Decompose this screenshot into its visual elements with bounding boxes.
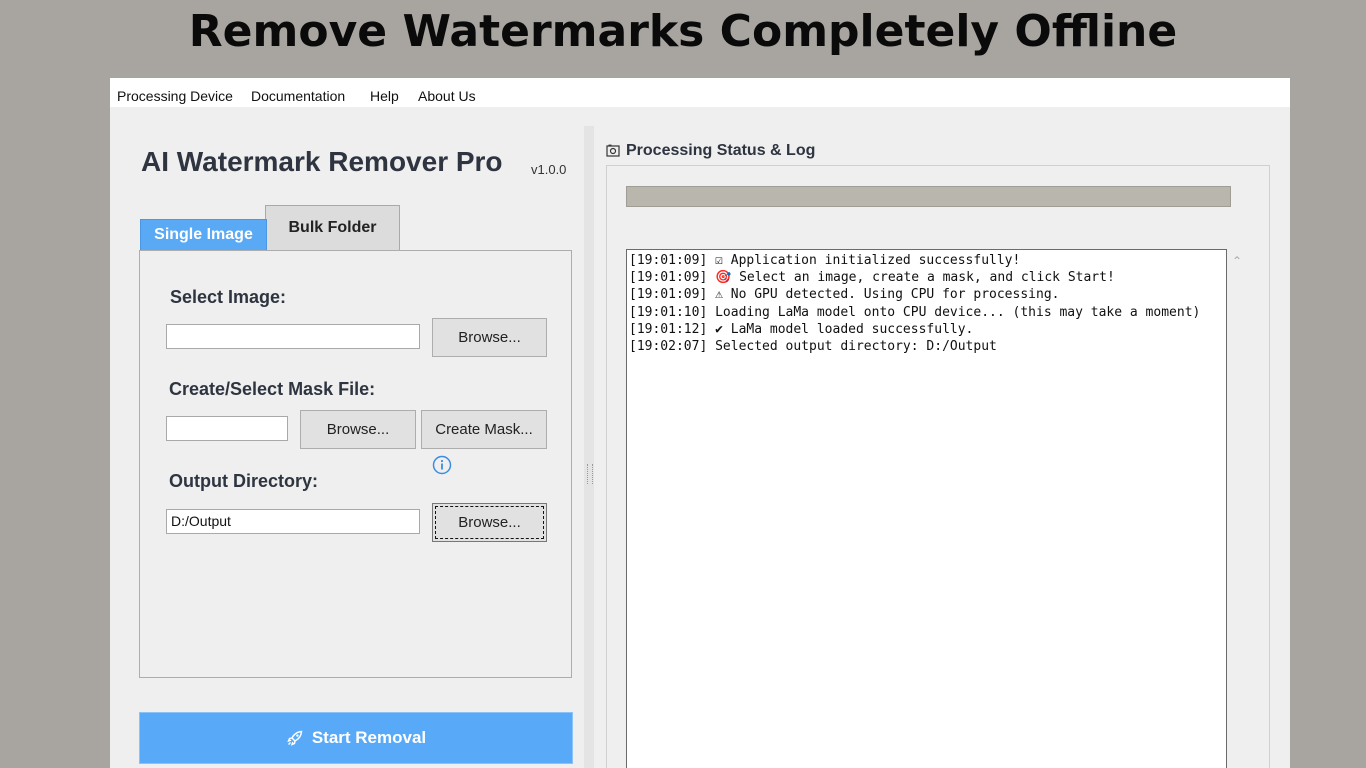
log-line: [19:01:12] ✔ LaMa model loaded successfu… — [629, 321, 974, 337]
select-image-input[interactable] — [166, 324, 420, 349]
app-title: AI Watermark Remover Pro — [141, 146, 503, 177]
output-browse-button[interactable]: Browse... — [432, 503, 547, 542]
tab-bulk-folder[interactable]: Bulk Folder — [265, 205, 400, 250]
status-title: Processing Status & Log — [626, 142, 816, 159]
log-line: [19:02:07] Selected output directory: D:… — [629, 339, 997, 355]
mask-file-input[interactable] — [166, 416, 288, 441]
status-icon — [606, 144, 620, 157]
info-icon[interactable] — [432, 455, 452, 475]
log-line: [19:01:09] 🎯 Select an image, create a m… — [629, 270, 1115, 286]
menu-documentation[interactable]: Documentation — [251, 88, 345, 104]
pane-splitter[interactable] — [584, 126, 594, 768]
app-window: Processing Device Documentation Help Abo… — [110, 78, 1290, 768]
progress-bar — [626, 186, 1231, 207]
menu-help[interactable]: Help — [370, 88, 399, 104]
log-line: [19:01:09] ☑ Application initialized suc… — [629, 253, 1021, 268]
rocket-icon — [287, 730, 303, 746]
mask-file-label: Create/Select Mask File: — [169, 379, 376, 399]
create-mask-button[interactable]: Create Mask... — [421, 410, 547, 449]
banner-title: Remove Watermarks Completely Offline — [188, 6, 1178, 57]
output-directory-input[interactable]: D:/Output — [166, 509, 420, 534]
select-image-label: Select Image: — [170, 287, 287, 307]
log-textarea[interactable]: [19:01:09] ☑ Application initialized suc… — [626, 249, 1227, 768]
log-scroll-up-icon[interactable]: ⌃ — [1232, 254, 1242, 268]
menu-bar: Processing Device Documentation Help Abo… — [110, 78, 1290, 107]
menu-processing-device[interactable]: Processing Device — [117, 88, 233, 104]
menu-about-us[interactable]: About Us — [418, 88, 476, 104]
log-line: [19:01:09] ⚠ No GPU detected. Using CPU … — [629, 287, 1060, 303]
tab-single-image[interactable]: Single Image — [140, 219, 267, 251]
select-image-browse-button[interactable]: Browse... — [432, 318, 547, 357]
log-line: [19:01:10] Loading LaMa model onto CPU d… — [629, 304, 1201, 320]
app-version: v1.0.0 — [531, 162, 567, 177]
start-removal-label: Start Removal — [311, 728, 427, 747]
single-image-panel: Select Image: Browse... Create/Select Ma… — [139, 250, 572, 678]
splitter-grip[interactable] — [587, 464, 593, 484]
start-removal-button[interactable]: Start Removal — [139, 712, 573, 764]
mask-browse-button[interactable]: Browse... — [300, 410, 416, 449]
output-directory-label: Output Directory: — [169, 471, 319, 491]
status-header: Processing Status & Log — [606, 142, 815, 160]
